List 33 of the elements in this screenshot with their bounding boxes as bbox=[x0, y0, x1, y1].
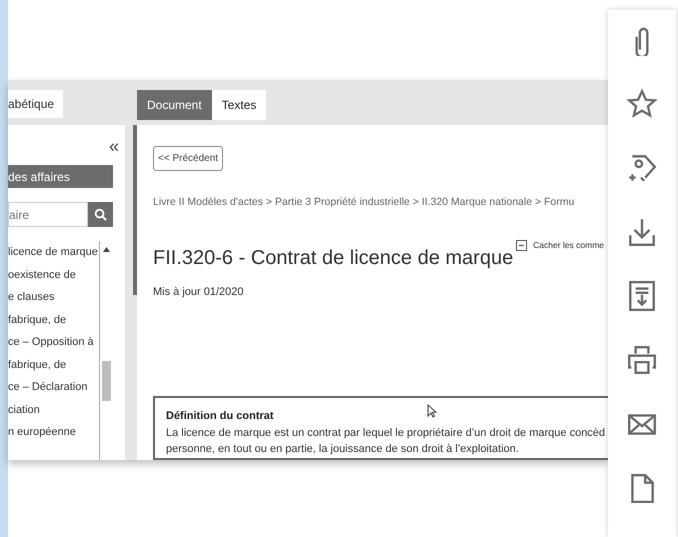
cursor-icon bbox=[427, 404, 437, 418]
search-button[interactable] bbox=[88, 202, 113, 227]
list-item[interactable]: ce – Déclaration bbox=[8, 376, 99, 398]
list-item[interactable]: oexistence de bbox=[8, 264, 99, 286]
scrollbar-thumb[interactable] bbox=[102, 361, 111, 401]
document-download-icon[interactable] bbox=[626, 280, 658, 312]
previous-button[interactable]: << Précédent bbox=[153, 146, 224, 171]
collapse-button[interactable]: « bbox=[108, 137, 119, 155]
document-title: FII.320-6 - Contrat de licence de marque bbox=[153, 248, 514, 268]
download-icon[interactable] bbox=[626, 216, 658, 248]
tab[interactable]: Textes bbox=[212, 90, 266, 120]
list-item[interactable]: fabrique, de bbox=[8, 354, 99, 376]
update-date: Mis à jour 01/2020 bbox=[153, 284, 244, 300]
definition-text: La licence de marque est un contrat par lequel le propriétaire d’un droit de marque concèd personne, en tout ou en partie, la jouissance de son droit à l’exploitation. bbox=[166, 426, 606, 456]
section-header: des affaires bbox=[8, 165, 113, 188]
list-item[interactable]: ce – Opposition à bbox=[8, 331, 99, 354]
list-item[interactable]: ciation bbox=[8, 398, 99, 421]
search-field[interactable]: aire bbox=[8, 202, 88, 227]
star-icon[interactable] bbox=[626, 88, 658, 120]
list-item[interactable]: n européenne bbox=[8, 421, 99, 444]
list-item[interactable]: licence de marque bbox=[8, 241, 99, 264]
breadcrumb: Livre II Modèles d'actes > Partie 3 Propriété industrielle > II.320 Marque nationale > Formu bbox=[153, 195, 576, 210]
search-icon bbox=[94, 208, 107, 221]
definition-heading: Définition du contrat bbox=[166, 409, 274, 424]
scroll-up-icon[interactable] bbox=[103, 247, 110, 252]
collapse-box-icon[interactable] bbox=[516, 240, 528, 251]
printer-icon[interactable] bbox=[626, 344, 658, 376]
hide-comments-link[interactable]: Cacher les comme bbox=[533, 238, 604, 252]
list-item[interactable]: e clauses bbox=[8, 286, 99, 308]
tab[interactable]: abétique bbox=[8, 90, 63, 118]
tab[interactable]: Document bbox=[137, 90, 212, 120]
tag-icon[interactable] bbox=[626, 152, 658, 184]
list-item[interactable]: fabrique, de bbox=[8, 308, 99, 331]
